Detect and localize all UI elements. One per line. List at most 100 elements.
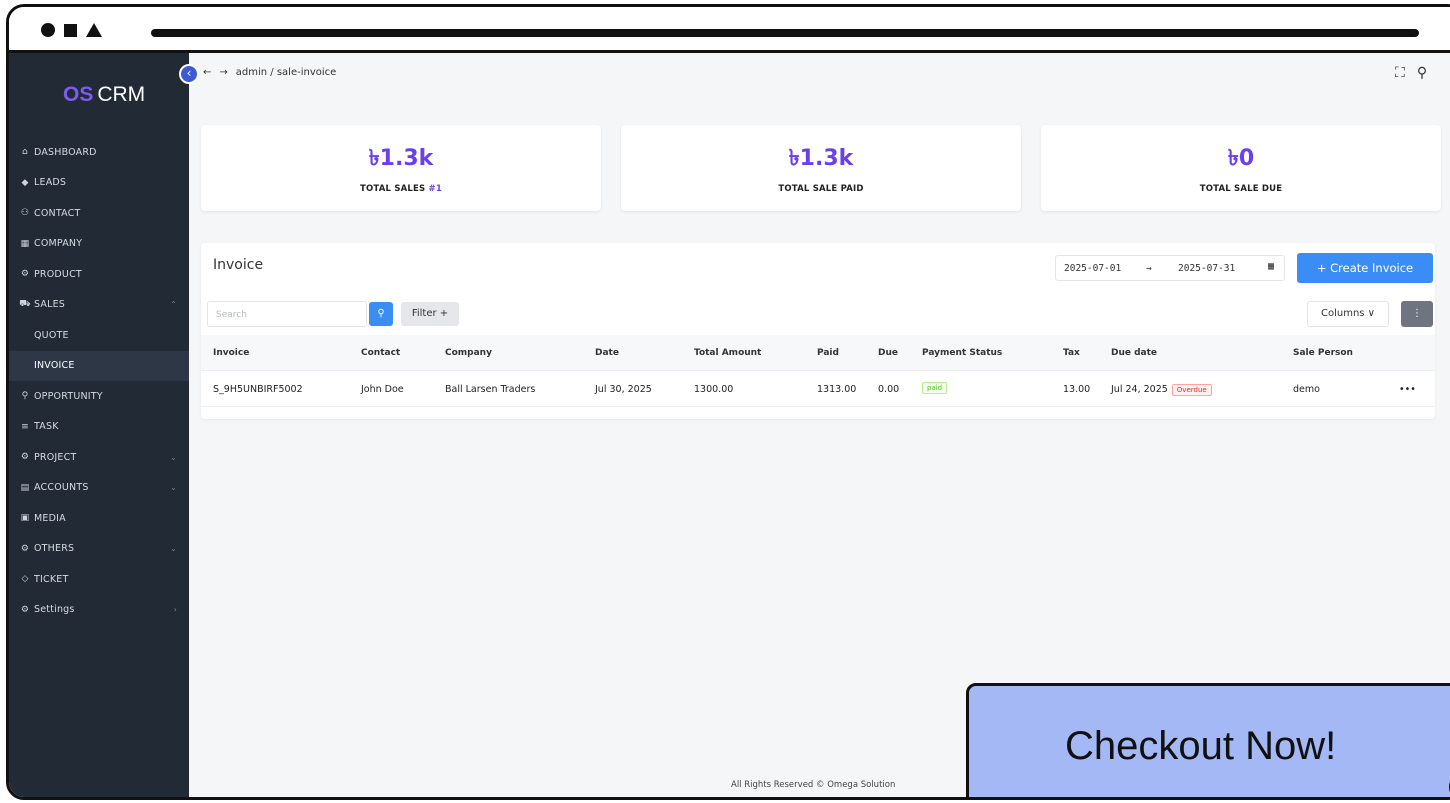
- col-header-total-amount[interactable]: Total Amount: [694, 348, 761, 358]
- columns-dropdown[interactable]: Columns ∨: [1307, 301, 1389, 327]
- sidebar-item-leads[interactable]: ◆ LEADS: [9, 168, 189, 199]
- sidebar-item-product[interactable]: ⚙ PRODUCT: [9, 259, 189, 290]
- sidebar-collapse-button[interactable]: ‹: [179, 64, 199, 84]
- arrow-right-icon: →: [1146, 263, 1152, 274]
- app-logo[interactable]: OS CRM: [63, 83, 145, 107]
- invoice-panel: Invoice 2025-07-01 → 2025-07-31 ▦ + Crea…: [201, 243, 1435, 419]
- sidebar-item-contact[interactable]: ⚇ CONTACT: [9, 198, 189, 229]
- sidebar-item-opportunity[interactable]: ⚲ OPPORTUNITY: [9, 381, 189, 412]
- col-header-sale-person[interactable]: Sale Person: [1293, 348, 1353, 358]
- col-header-tax[interactable]: Tax: [1063, 348, 1080, 358]
- cell-total: 1300.00: [694, 384, 734, 395]
- window-controls: [41, 23, 102, 37]
- sidebar-item-label: TICKET: [34, 573, 69, 585]
- sidebar-item-project[interactable]: ⚙ PROJECT ⌄: [9, 442, 189, 473]
- logo-prefix: OS: [63, 83, 94, 106]
- filter-button[interactable]: Filter +: [401, 302, 459, 326]
- sidebar-item-dashboard[interactable]: ⌂ DASHBOARD: [9, 137, 189, 168]
- sidebar-item-label: INVOICE: [34, 360, 75, 372]
- logo-name: CRM: [97, 83, 146, 106]
- col-header-company[interactable]: Company: [445, 348, 492, 358]
- sidebar-item-label: ACCOUNTS: [34, 482, 89, 494]
- back-arrow-icon[interactable]: ←: [203, 67, 211, 78]
- table-row[interactable]: S_9H5UNBIRF5002 John Doe Ball Larsen Tra…: [201, 371, 1435, 407]
- browser-frame: OS CRM ⌂ DASHBOARD ◆ LEADS ⚇ CONTACT ▦ COMPAN…: [6, 4, 1450, 800]
- user-icon[interactable]: ⚲: [1417, 65, 1427, 81]
- search-input[interactable]: Search: [207, 301, 367, 327]
- sidebar-item-media[interactable]: ▣ MEDIA: [9, 503, 189, 534]
- search-icon[interactable]: ⚲: [369, 302, 393, 326]
- checkout-banner[interactable]: Checkout Now!: [966, 683, 1450, 797]
- chevron-up-icon: ⌃: [170, 300, 177, 310]
- sidebar-item-others[interactable]: ⚙ OTHERS ⌄: [9, 534, 189, 565]
- breadcrumb: ← → admin / sale-invoice: [203, 67, 336, 78]
- col-header-contact[interactable]: Contact: [361, 348, 400, 358]
- sidebar-item-label: OPPORTUNITY: [34, 390, 103, 402]
- cell-paid: 1313.00: [817, 384, 857, 395]
- sidebar-item-label: Settings: [34, 604, 75, 616]
- cell-invoice[interactable]: S_9H5UNBIRF5002: [213, 384, 303, 395]
- calendar-icon[interactable]: ▦: [1268, 261, 1274, 272]
- sidebar-item-quote[interactable]: QUOTE: [9, 320, 189, 351]
- col-header-due[interactable]: Due: [878, 348, 898, 358]
- col-header-due-date[interactable]: Due date: [1111, 348, 1157, 358]
- accounts-icon: ▤: [20, 482, 30, 493]
- product-icon: ⚙: [20, 269, 30, 280]
- stat-label: TOTAL SALES #1: [360, 184, 442, 194]
- breadcrumb-path[interactable]: admin / sale-invoice: [236, 67, 337, 78]
- cell-sale-person: demo: [1293, 384, 1320, 395]
- sidebar-item-label: DASHBOARD: [34, 146, 97, 158]
- col-header-payment-status[interactable]: Payment Status: [922, 348, 1002, 358]
- date-start[interactable]: 2025-07-01: [1064, 263, 1121, 274]
- cell-contact: John Doe: [361, 384, 404, 395]
- cell-company: Ball Larsen Traders: [445, 384, 536, 395]
- sidebar-item-label: MEDIA: [34, 512, 66, 524]
- sidebar-item-task[interactable]: ≡ TASK: [9, 412, 189, 443]
- sidebar-item-label: PROJECT: [34, 451, 77, 463]
- sidebar-item-company[interactable]: ▦ COMPANY: [9, 229, 189, 260]
- stat-card-total-sale-due: ৳0 TOTAL SALE DUE: [1041, 125, 1441, 211]
- sidebar-item-accounts[interactable]: ▤ ACCOUNTS ⌄: [9, 473, 189, 504]
- sidebar-item-label: QUOTE: [34, 329, 69, 341]
- stat-label: TOTAL SALE DUE: [1199, 184, 1283, 194]
- create-invoice-button[interactable]: + Create Invoice: [1297, 253, 1433, 283]
- triangle-icon[interactable]: [86, 23, 102, 37]
- stat-value: ৳0: [1227, 146, 1255, 171]
- cell-payment-status: paid: [922, 382, 948, 394]
- circle-icon[interactable]: [41, 23, 55, 37]
- sidebar-item-label: OTHERS: [34, 543, 75, 555]
- col-header-invoice[interactable]: Invoice: [213, 348, 249, 358]
- building-icon: ▦: [20, 238, 30, 249]
- col-header-date[interactable]: Date: [595, 348, 619, 358]
- cell-date: Jul 30, 2025: [595, 384, 652, 395]
- cell-due-date: Jul 24, 2025 Overdue: [1111, 384, 1212, 396]
- date-range-picker[interactable]: 2025-07-01 → 2025-07-31 ▦: [1055, 255, 1285, 281]
- stat-hash: #1: [428, 184, 442, 194]
- sidebar: OS CRM ⌂ DASHBOARD ◆ LEADS ⚇ CONTACT ▦ COMPAN…: [9, 53, 189, 797]
- sidebar-item-label: COMPANY: [34, 238, 83, 250]
- fullscreen-icon[interactable]: ⛶: [1395, 65, 1405, 81]
- col-header-paid[interactable]: Paid: [817, 348, 839, 358]
- square-icon[interactable]: [64, 23, 77, 37]
- home-icon: ⌂: [22, 147, 28, 158]
- sidebar-item-invoice[interactable]: INVOICE: [9, 350, 189, 381]
- row-actions-icon[interactable]: •••: [1399, 384, 1416, 395]
- sidebar-item-sales[interactable]: ⛟ SALES ⌃: [9, 290, 189, 321]
- address-bar[interactable]: [151, 29, 1419, 37]
- table-header-row: Invoice Contact Company Date Total Amoun…: [201, 335, 1435, 371]
- stat-label: TOTAL SALE PAID: [778, 184, 864, 194]
- forward-arrow-icon[interactable]: →: [219, 67, 227, 78]
- sidebar-item-label: TASK: [34, 421, 59, 433]
- cell-tax: 13.00: [1063, 384, 1091, 395]
- sidebar-item-settings[interactable]: ⚙ Settings ›: [9, 595, 189, 626]
- stat-value: ৳1.3k: [788, 146, 854, 171]
- ticket-icon: ◇: [21, 574, 29, 585]
- date-end[interactable]: 2025-07-31: [1178, 263, 1235, 274]
- sidebar-item-ticket[interactable]: ◇ TICKET: [9, 564, 189, 595]
- window-topbar: [9, 7, 1450, 53]
- more-options-button[interactable]: ⋮: [1401, 301, 1433, 327]
- settings-icon: ⚙: [20, 604, 30, 615]
- checkout-text[interactable]: Checkout Now!: [1065, 724, 1336, 769]
- sidebar-item-label: LEADS: [34, 177, 67, 189]
- overdue-badge: Overdue: [1171, 384, 1212, 396]
